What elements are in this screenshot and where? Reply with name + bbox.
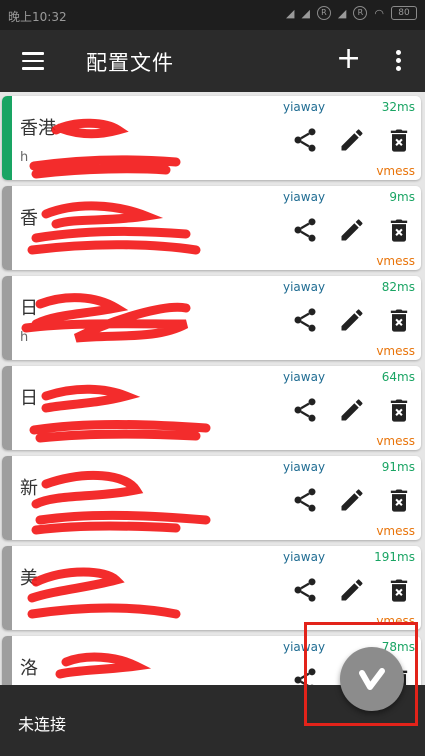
delete-icon[interactable]: [385, 306, 413, 334]
share-icon[interactable]: [291, 216, 319, 244]
edit-icon[interactable]: [338, 216, 366, 244]
connect-fab[interactable]: [340, 647, 404, 711]
server-protocol: vmess: [376, 164, 415, 178]
server-card[interactable]: 新 yiaway 91ms vmess: [2, 456, 421, 540]
status-icons: ◢ ◢ R ◢ R ◠ 80: [286, 6, 417, 20]
server-protocol: vmess: [376, 434, 415, 448]
server-address: h: [20, 330, 29, 345]
server-card[interactable]: 美 yiaway 191ms vmess: [2, 546, 421, 630]
delete-icon[interactable]: [385, 126, 413, 154]
server-latency: 32ms: [381, 100, 415, 114]
server-group: yiaway: [283, 460, 326, 474]
server-protocol: vmess: [376, 614, 415, 628]
server-card[interactable]: 香港 h yiaway 32ms vmess: [2, 96, 421, 180]
page-title: 配置文件: [86, 51, 174, 75]
server-card[interactable]: 日 h yiaway 82ms vmess: [2, 276, 421, 360]
server-name: 日: [20, 298, 38, 319]
share-icon[interactable]: [291, 486, 319, 514]
status-time: 晚上10:32: [8, 10, 67, 24]
share-icon[interactable]: [291, 126, 319, 154]
edit-icon[interactable]: [338, 126, 366, 154]
server-group: yiaway: [283, 550, 326, 564]
wifi-icon: ◠: [374, 6, 384, 20]
status-bar: 晚上10:32 ◢ ◢ R ◢ R ◠ 80: [0, 0, 425, 30]
delete-icon[interactable]: [385, 486, 413, 514]
delete-icon[interactable]: [385, 576, 413, 604]
server-name: 新: [20, 478, 38, 499]
server-name: 洛: [20, 658, 38, 679]
delete-icon[interactable]: [385, 396, 413, 424]
server-protocol: vmess: [376, 524, 415, 538]
server-group: yiaway: [283, 280, 326, 294]
server-group: yiaway: [283, 640, 326, 654]
selection-indicator: [2, 366, 12, 450]
app-toolbar: 配置文件 +: [0, 30, 425, 92]
edit-icon[interactable]: [338, 396, 366, 424]
server-card[interactable]: 日 yiaway 64ms vmess: [2, 366, 421, 450]
selection-indicator: [2, 636, 12, 685]
share-icon[interactable]: [291, 306, 319, 334]
server-protocol: vmess: [376, 254, 415, 268]
server-name: 香港: [20, 118, 56, 139]
r-badge-icon: R: [353, 6, 368, 20]
v-logo-icon: [359, 668, 385, 690]
server-latency: 64ms: [381, 370, 415, 384]
server-name: 日: [20, 388, 38, 409]
server-name: 香: [20, 208, 38, 229]
plus-icon[interactable]: +: [336, 44, 361, 74]
server-latency: 91ms: [381, 460, 415, 474]
server-protocol: vmess: [376, 344, 415, 358]
menu-icon[interactable]: [22, 52, 44, 70]
selection-indicator: [2, 276, 12, 360]
server-address: h: [20, 150, 29, 165]
server-group: yiaway: [283, 190, 326, 204]
share-icon[interactable]: [291, 396, 319, 424]
signal-icon: ◢: [301, 6, 310, 20]
redaction-scribble: [31, 471, 211, 535]
edit-icon[interactable]: [338, 576, 366, 604]
server-group: yiaway: [283, 100, 326, 114]
selection-indicator: [2, 96, 12, 180]
server-latency: 82ms: [381, 280, 415, 294]
more-vert-icon[interactable]: [396, 50, 402, 74]
connection-status: 未连接: [18, 715, 67, 734]
redaction-scribble: [55, 652, 152, 679]
redaction-scribble: [27, 201, 201, 255]
r-badge-icon: R: [316, 6, 331, 20]
redaction-scribble: [27, 567, 181, 619]
redaction-scribble: [21, 293, 191, 343]
redaction-scribble: [29, 384, 211, 443]
server-group: yiaway: [283, 370, 326, 384]
server-name: 美: [20, 568, 38, 589]
server-card[interactable]: 香 yiaway 9ms vmess: [2, 186, 421, 270]
server-list[interactable]: 香港 h yiaway 32ms vmess 香 yiaway 9ms vmess 日 h yiawa…: [0, 92, 425, 685]
selection-indicator: [2, 546, 12, 630]
edit-icon[interactable]: [338, 486, 366, 514]
share-icon[interactable]: [291, 666, 319, 685]
delete-icon[interactable]: [385, 216, 413, 244]
battery-icon: 80: [391, 6, 417, 20]
server-latency: 191ms: [374, 550, 415, 564]
signal-icon: ◢: [337, 6, 347, 20]
edit-icon[interactable]: [338, 306, 366, 334]
selection-indicator: [2, 186, 12, 270]
selection-indicator: [2, 456, 12, 540]
signal-icon: ◢: [285, 6, 295, 20]
server-latency: 9ms: [389, 190, 415, 204]
share-icon[interactable]: [291, 576, 319, 604]
